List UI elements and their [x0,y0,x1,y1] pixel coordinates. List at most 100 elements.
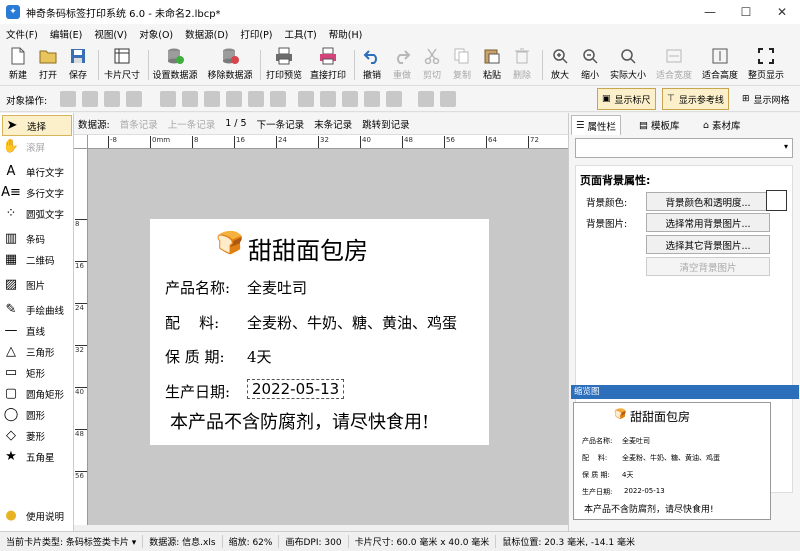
send-backward-icon[interactable] [126,91,142,107]
card-size-button[interactable]: 卡片尺寸 [102,46,142,84]
undo-button[interactable]: 撤销 [358,46,386,84]
tool-barcode[interactable]: ▥ 条码 [2,228,72,249]
menu-help[interactable]: 帮助(H) [329,27,363,41]
print-direct-button[interactable]: 直接打印 [306,46,350,84]
v-ruler-tick: 40 [75,387,87,396]
label-shop-name[interactable]: 甜甜面包房 [248,231,368,266]
next-record-button[interactable]: 下一条记录 [257,117,305,131]
label-shelf-life-value[interactable]: 4天 [247,346,272,367]
tab-materials[interactable]: ⌂ 素材库 [699,115,745,135]
menu-print[interactable]: 打印(P) [240,27,272,41]
ungroup-icon[interactable] [440,91,456,107]
tool-arc-text[interactable]: ⁘ 圆弧文字 [2,203,72,224]
label-ingredients-value[interactable]: 全麦粉、牛奶、糖、黄油、鸡蛋 [247,312,457,333]
cut-button[interactable]: 剪切 [418,46,446,84]
tool-circle[interactable]: ◯ 圆形 [2,404,72,425]
h-ruler-tick: 24 [276,136,287,148]
tool-image[interactable]: ▨ 图片 [2,274,72,295]
tab-properties[interactable]: ☰ 属性栏 [571,115,622,135]
fit-page-button[interactable]: 整页显示 [744,46,788,84]
align-bottom-icon[interactable] [270,91,286,107]
label-product-name-key[interactable]: 产品名称: [165,277,230,298]
paste-button[interactable]: 粘贴 [478,46,506,84]
label-date-key[interactable]: 生产日期: [165,381,230,402]
tab-templates[interactable]: ▤ 模板库 [635,115,684,135]
status-card-type[interactable]: 当前卡片类型: 条码标签类卡片 ▾ [0,535,144,548]
bring-forward-icon[interactable] [104,91,120,107]
show-guides-toggle[interactable]: ⊤ 显示参考线 [662,88,729,110]
tool-freehand[interactable]: ✎ 手绘曲线 [2,299,72,320]
same-size-icon[interactable] [342,91,358,107]
bg-color-swatch[interactable] [766,190,787,211]
actual-size-button[interactable]: 实际大小 [606,46,650,84]
tool-triangle[interactable]: △ 三角形 [2,341,72,362]
label-shelf-life-key[interactable]: 保 质 期: [165,346,225,367]
prev-record-button[interactable]: 上一条记录 [168,117,216,131]
same-height-icon[interactable] [320,91,336,107]
menu-object[interactable]: 对象(O) [139,27,173,41]
tool-line[interactable]: — 直线 [2,320,72,341]
same-width-icon[interactable] [298,91,314,107]
tool-select[interactable]: ➤ 选择 [2,115,72,136]
minimize-button[interactable]: — [692,0,728,24]
label-notice[interactable]: 本产品不含防腐剂，请尽快食用! [170,408,429,434]
align-center-icon[interactable] [182,91,198,107]
tool-scroll[interactable]: ✋ 滚屏 [2,136,72,157]
group-icon[interactable] [418,91,434,107]
align-top-icon[interactable] [226,91,242,107]
label-date-value[interactable]: 2022-05-13 [247,379,345,399]
label-card[interactable]: 🍞 甜甜面包房 产品名称: 全麦吐司 配 料: 全麦粉、牛奶、糖、黄油、鸡蛋 保… [150,219,489,445]
new-button[interactable]: 新建 [4,46,32,84]
copy-button[interactable]: 复制 [448,46,476,84]
bg-common-image-button[interactable]: 选择常用背景图片... [646,213,770,232]
label-ingredients-key[interactable]: 配 料: [165,312,219,333]
open-button[interactable]: 打开 [34,46,62,84]
print-preview-button[interactable]: 打印预览 [264,46,304,84]
tool-rectangle[interactable]: ▭ 矩形 [2,362,72,383]
align-right-icon[interactable] [204,91,220,107]
tool-qrcode[interactable]: ▦ 二维码 [2,249,72,270]
label-product-name-value[interactable]: 全麦吐司 [247,277,307,298]
delete-button[interactable]: 删除 [508,46,536,84]
close-button[interactable]: ✕ [764,0,800,24]
menu-view[interactable]: 视图(V) [94,27,127,41]
first-record-button[interactable]: 首条记录 [120,117,158,131]
tool-multi-line-text[interactable]: A≡ 多行文字 [1,182,72,203]
fit-height-button[interactable]: 适合高度 [698,46,742,84]
bg-color-label: 背景颜色: [586,198,628,209]
jump-record-button[interactable]: 跳转到记录 [362,117,410,131]
redo-button[interactable]: 重做 [388,46,416,84]
bg-clear-image-button[interactable]: 清空背景图片 [646,257,770,276]
send-back-icon[interactable] [82,91,98,107]
h-ruler-tick: 32 [318,136,329,148]
zoom-in-button[interactable]: 放大 [546,46,574,84]
set-datasource-button[interactable]: 设置数据源 [150,46,200,84]
bg-other-image-button[interactable]: 选择其它背景图片... [646,235,770,254]
object-selector-dropdown[interactable]: ▾ [575,138,793,158]
show-ruler-toggle[interactable]: ▣ 显示标尺 [597,88,656,110]
menu-file[interactable]: 文件(F) [6,27,38,41]
tool-rounded-rectangle[interactable]: ▢ 圆角矩形 [2,383,72,404]
tool-single-line-text[interactable]: A 单行文字 [2,161,72,182]
distribute-v-icon[interactable] [386,91,402,107]
tool-diamond[interactable]: ◇ 菱形 [2,425,72,446]
remove-datasource-button[interactable]: 移除数据源 [204,46,256,84]
print-preview-icon [274,46,294,66]
bring-front-icon[interactable] [60,91,76,107]
align-left-icon[interactable] [160,91,176,107]
save-button[interactable]: 保存 [64,46,92,84]
tool-star[interactable]: ★ 五角星 [2,446,72,467]
tool-help[interactable]: ● 使用说明 [2,505,72,526]
zoom-out-button[interactable]: 缩小 [576,46,604,84]
show-grid-toggle[interactable]: ⊞ 显示网格 [738,88,794,110]
align-middle-icon[interactable] [248,91,264,107]
last-record-button[interactable]: 末条记录 [314,117,352,131]
distribute-h-icon[interactable] [364,91,380,107]
menu-datasource[interactable]: 数据源(D) [185,27,228,41]
menu-edit[interactable]: 编辑(E) [50,27,82,41]
h-ruler-tick: 48 [402,136,413,148]
menu-tools[interactable]: 工具(T) [285,27,317,41]
bg-color-button[interactable]: 背景颜色和透明度... [646,192,770,211]
maximize-button[interactable]: ☐ [728,0,764,24]
fit-width-button[interactable]: 适合宽度 [652,46,696,84]
